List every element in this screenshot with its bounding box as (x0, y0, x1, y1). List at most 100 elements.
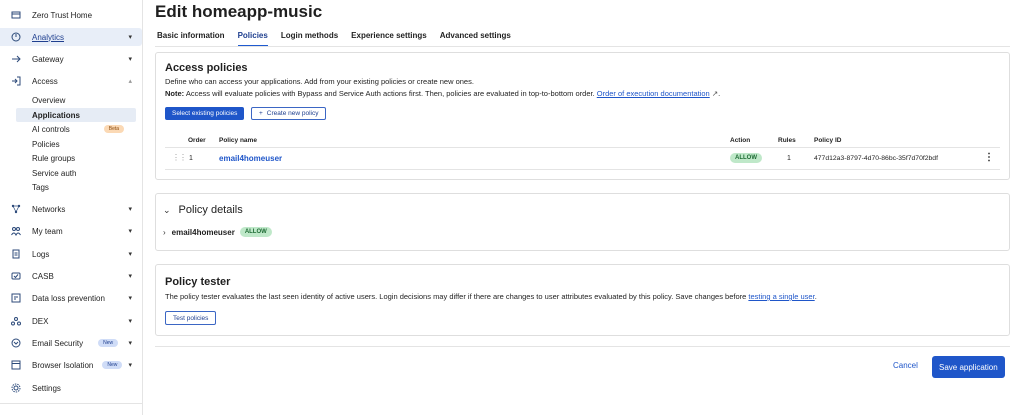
sidebar-subitem-label: Service auth (32, 168, 77, 178)
sidebar-subitem-ai-controls[interactable]: AI controls Beta (16, 122, 136, 136)
column-header-order: Order (188, 137, 206, 144)
chevron-down-icon: ▾ (128, 318, 132, 325)
sidebar-item-gateway[interactable]: Gateway ▾ (0, 50, 142, 68)
sidebar-item-settings[interactable]: Settings (0, 379, 142, 397)
sidebar-item-label: Gateway (32, 54, 64, 64)
policy-tester-desc-text: The policy tester evaluates the last see… (165, 292, 749, 301)
chevron-down-icon: ▾ (128, 295, 132, 302)
row-menu-icon[interactable]: ⋮ (984, 152, 994, 163)
sidebar-item-label: Settings (32, 383, 61, 393)
save-application-button[interactable]: Save application (932, 356, 1005, 378)
dlp-icon (10, 293, 21, 304)
policy-tester-desc-end: . (814, 292, 817, 301)
chevron-right-icon: › (163, 227, 166, 237)
sidebar-item-zero-trust-home[interactable]: Zero Trust Home (0, 6, 142, 24)
analytics-icon (10, 32, 21, 43)
policy-tester-card: Policy tester The policy tester evaluate… (155, 264, 1010, 336)
table-header-divider (165, 147, 1000, 148)
chevron-down-icon: ▾ (128, 251, 132, 258)
note-text: Access will evaluate policies with Bypas… (184, 89, 597, 98)
page-title: Edit homeapp-music (155, 2, 323, 21)
cancel-button[interactable]: Cancel (893, 361, 918, 370)
policy-details-card: ⌄ Policy details › email4homeuser ALLOW (155, 193, 1010, 251)
sidebar-subitem-applications[interactable]: Applications (16, 108, 136, 122)
policy-order: 1 (189, 155, 193, 162)
tab-bar: Basic information Policies Login methods… (157, 31, 524, 47)
policy-id: 477d12a3-8797-4d70-86bc-35f7d70f2bdf (814, 155, 938, 162)
create-new-policy-button[interactable]: + Create new policy (251, 107, 327, 120)
policy-details-item[interactable]: › email4homeuser ALLOW (163, 227, 272, 237)
sidebar-item-label: Email Security (32, 338, 84, 348)
policy-details-title: Policy details (178, 204, 243, 216)
tab-policies[interactable]: Policies (237, 31, 268, 47)
sidebar-subitem-label: Overview (32, 95, 66, 105)
external-link-icon: ↗ (711, 89, 719, 98)
chevron-down-icon: ⌄ (163, 204, 171, 215)
column-header-policy-id: Policy ID (814, 137, 842, 144)
policy-details-item-name: email4homeuser (171, 227, 235, 237)
policy-action-badge: ALLOW (730, 153, 762, 163)
order-of-execution-link[interactable]: Order of execution documentation (597, 89, 710, 98)
sidebar-item-email-security[interactable]: Email Security New ▾ (0, 334, 142, 352)
sidebar-item-logs[interactable]: Logs ▾ (0, 245, 142, 263)
sidebar-subitem-policies[interactable]: Policies (16, 137, 136, 151)
policy-rules-count: 1 (787, 155, 791, 162)
tab-advanced-settings[interactable]: Advanced settings (440, 31, 511, 47)
tab-login-methods[interactable]: Login methods (281, 31, 338, 47)
chevron-down-icon: ▾ (128, 340, 132, 347)
access-policies-description: Define who can access your applications.… (165, 77, 474, 86)
sidebar-item-browser-isolation[interactable]: Browser Isolation New ▾ (0, 356, 142, 374)
access-policies-note: Note: Access will evaluate policies with… (165, 89, 721, 98)
access-policies-title: Access policies (165, 62, 248, 74)
tabs-divider (155, 46, 1010, 47)
create-new-policy-label: Create new policy (266, 110, 319, 117)
chevron-down-icon: ▾ (128, 273, 132, 280)
sidebar-divider (0, 403, 142, 404)
sidebar-item-label: Logs (32, 249, 50, 259)
sidebar-subitem-label: Policies (32, 139, 60, 149)
sidebar-item-data-loss-prevention[interactable]: Data loss prevention ▾ (0, 289, 142, 307)
new-badge: New (102, 361, 123, 369)
policy-details-toggle[interactable]: ⌄ Policy details (163, 204, 243, 216)
sidebar-item-casb[interactable]: CASB ▾ (0, 267, 142, 285)
table-row-divider (165, 169, 1000, 170)
plus-icon: + (259, 110, 263, 117)
policy-name-link[interactable]: email4homeuser (219, 154, 282, 163)
select-existing-policies-button[interactable]: Select existing policies (165, 107, 245, 120)
note-label: Note: (165, 89, 185, 98)
sidebar-subitem-service-auth[interactable]: Service auth (16, 166, 136, 180)
policy-details-action-badge: ALLOW (239, 227, 272, 237)
column-header-rules: Rules (778, 137, 796, 144)
tab-basic-information[interactable]: Basic information (157, 31, 225, 47)
sidebar-subitem-overview[interactable]: Overview (16, 93, 136, 107)
test-policies-button[interactable]: Test policies (165, 311, 217, 325)
sidebar-item-label: CASB (32, 271, 54, 281)
policy-tester-title: Policy tester (165, 276, 231, 288)
email-icon (10, 338, 21, 349)
access-icon (10, 76, 21, 87)
sidebar-subitem-tags[interactable]: Tags (16, 180, 136, 194)
new-badge: New (98, 339, 119, 347)
sidebar-item-analytics[interactable]: Analytics ▾ (0, 28, 142, 46)
column-header-policy-name: Policy name (219, 137, 257, 144)
sidebar-item-label: DEX (32, 316, 49, 326)
sidebar-subitem-label: Tags (32, 182, 49, 192)
beta-badge: Beta (103, 125, 125, 133)
sidebar: Zero Trust Home Analytics ▾ Gateway ▾ Ac… (0, 0, 143, 415)
policy-tester-description: The policy tester evaluates the last see… (165, 292, 817, 301)
sidebar-item-my-team[interactable]: My team ▾ (0, 222, 142, 240)
sidebar-subitem-label: Rule groups (32, 153, 76, 163)
testing-single-user-link[interactable]: testing a single user (748, 292, 814, 301)
dex-icon (10, 316, 21, 327)
tab-experience-settings[interactable]: Experience settings (351, 31, 427, 47)
sidebar-item-networks[interactable]: Networks ▾ (0, 200, 142, 218)
chevron-down-icon: ▾ (128, 206, 132, 213)
sidebar-subitem-rule-groups[interactable]: Rule groups (16, 151, 136, 165)
column-header-action: Action (730, 137, 751, 144)
sidebar-item-label: Data loss prevention (32, 293, 105, 303)
sidebar-item-access[interactable]: Access ▴ (0, 72, 142, 90)
footer-divider (155, 346, 1010, 347)
drag-handle-icon[interactable]: ⋮⋮ (172, 153, 187, 162)
sidebar-item-dex[interactable]: DEX ▾ (0, 312, 142, 330)
sidebar-subitem-label: AI controls (32, 124, 70, 134)
